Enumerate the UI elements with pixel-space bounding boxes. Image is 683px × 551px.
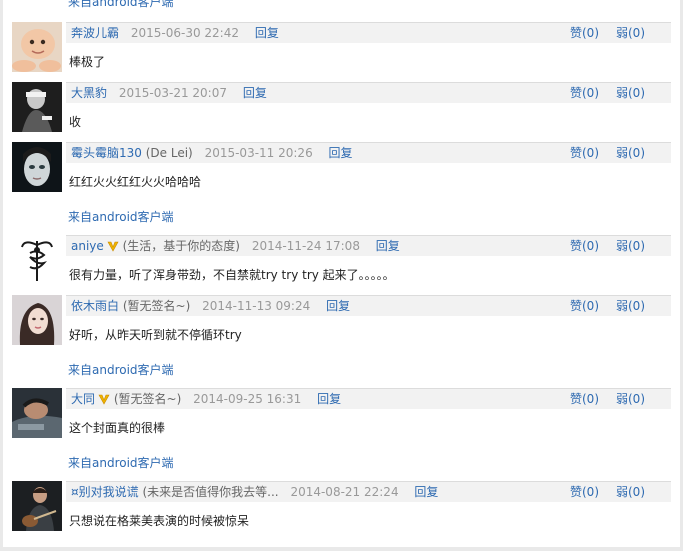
vip-badge-icon <box>107 240 119 256</box>
source-client-link[interactable]: 来自android客户端 <box>68 0 174 10</box>
comment-text: 好听，从昨天听到就不停循环try <box>69 328 242 342</box>
avatar[interactable] <box>12 22 62 72</box>
dislike-button[interactable]: 弱(0) <box>616 392 645 407</box>
avatar[interactable] <box>12 142 62 192</box>
comment-time: 2015-03-11 20:26 <box>204 146 313 160</box>
caduceus-icon <box>12 235 62 285</box>
username-link[interactable]: aniye <box>71 239 104 253</box>
dislike-button[interactable]: 弱(0) <box>616 146 645 161</box>
like-button[interactable]: 赞(0) <box>570 26 599 41</box>
avatar[interactable] <box>12 82 62 132</box>
like-button[interactable]: 赞(0) <box>570 146 599 161</box>
comment-meta-bar: 大同 (暂无签名~) 2014-09-25 16:31 回复 赞(0) 弱(0) <box>66 388 671 409</box>
avatar[interactable] <box>12 481 62 531</box>
comment-meta-bar: ¤别对我说谎 (未来是否值得你我去等... 2014-08-21 22:24 回… <box>66 481 671 502</box>
reply-button[interactable]: 回复 <box>414 485 438 499</box>
comment-time: 2014-09-25 16:31 <box>193 392 302 406</box>
comment-meta-bar: 奔波儿霸 2015-06-30 22:42 回复 赞(0) 弱(0) <box>66 22 671 43</box>
source-client-link[interactable]: 来自android客户端 <box>68 361 174 378</box>
comment-text: 收 <box>69 115 82 129</box>
reply-button[interactable]: 回复 <box>243 86 267 100</box>
reply-button[interactable]: 回复 <box>326 299 350 313</box>
username-link[interactable]: 大同 <box>71 392 95 406</box>
comment-text: 这个封面真的很棒 <box>69 421 166 435</box>
like-button[interactable]: 赞(0) <box>570 239 599 254</box>
comment-time: 2015-06-30 22:42 <box>130 26 239 40</box>
user-signature: (暂无签名~) <box>122 299 191 313</box>
username-link[interactable]: 依木雨白 <box>71 299 119 313</box>
comment-time: 2015-03-21 20:07 <box>118 86 227 100</box>
comment-meta-bar: 霉头霉脑130 (De Lei) 2015-03-11 20:26 回复 赞(0… <box>66 142 671 163</box>
source-client-link[interactable]: 来自android客户端 <box>68 208 174 225</box>
comment-text: 只想说在格莱美表演的时候被惊呆 <box>69 514 250 528</box>
dislike-button[interactable]: 弱(0) <box>616 299 645 314</box>
left-frame-border <box>0 0 3 551</box>
dislike-button[interactable]: 弱(0) <box>616 86 645 101</box>
username-link[interactable]: 奔波儿霸 <box>71 26 119 40</box>
guitarist-photo-icon <box>12 481 62 531</box>
woman-portrait-photo-icon <box>12 295 62 345</box>
source-client-link[interactable]: 来自android客户端 <box>68 454 174 471</box>
comment-text: 红红火火红红火火哈哈哈 <box>69 175 202 189</box>
comment-meta-bar: 依木雨白 (暂无签名~) 2014-11-13 09:24 回复 赞(0) 弱(… <box>66 295 671 316</box>
person-hood-photo-icon <box>12 82 62 132</box>
user-signature: (未来是否值得你我去等... <box>142 485 279 499</box>
username-link[interactable]: 大黑豹 <box>71 86 107 100</box>
like-button[interactable]: 赞(0) <box>570 299 599 314</box>
reply-button[interactable]: 回复 <box>255 26 279 40</box>
comment-time: 2014-11-24 17:08 <box>251 239 360 253</box>
bottom-frame-border <box>0 547 683 551</box>
avatar[interactable] <box>12 388 62 438</box>
dislike-button[interactable]: 弱(0) <box>616 239 645 254</box>
like-button[interactable]: 赞(0) <box>570 485 599 500</box>
comment-text: 棒极了 <box>69 55 106 69</box>
man-lying-photo-icon <box>12 388 62 438</box>
comment-time: 2014-08-21 22:24 <box>290 485 399 499</box>
avatar[interactable] <box>12 295 62 345</box>
user-signature: (生活，基于你的态度) <box>122 239 240 253</box>
comment-text: 很有力量，听了浑身带劲，不自禁就try try try 起来了。。。。。 <box>69 268 395 282</box>
dislike-button[interactable]: 弱(0) <box>616 26 645 41</box>
comment-meta-bar: 大黑豹 2015-03-21 20:07 回复 赞(0) 弱(0) <box>66 82 671 103</box>
reply-button[interactable]: 回复 <box>317 392 341 406</box>
comment-time: 2014-11-13 09:24 <box>202 299 311 313</box>
reply-button[interactable]: 回复 <box>376 239 400 253</box>
vip-badge-icon <box>98 393 110 409</box>
baby-photo-icon <box>12 22 62 72</box>
like-button[interactable]: 赞(0) <box>570 392 599 407</box>
user-signature: (暂无签名~) <box>113 392 182 406</box>
comment-meta-bar: aniye (生活，基于你的态度) 2014-11-24 17:08 回复 赞(… <box>66 235 671 256</box>
username-link[interactable]: ¤别对我说谎 <box>71 485 139 499</box>
like-button[interactable]: 赞(0) <box>570 86 599 101</box>
username-link[interactable]: 霉头霉脑130 <box>71 146 142 160</box>
avatar[interactable] <box>12 235 62 285</box>
user-signature: (De Lei) <box>145 146 193 160</box>
dislike-button[interactable]: 弱(0) <box>616 485 645 500</box>
face-closeup-photo-icon <box>12 142 62 192</box>
reply-button[interactable]: 回复 <box>329 146 353 160</box>
